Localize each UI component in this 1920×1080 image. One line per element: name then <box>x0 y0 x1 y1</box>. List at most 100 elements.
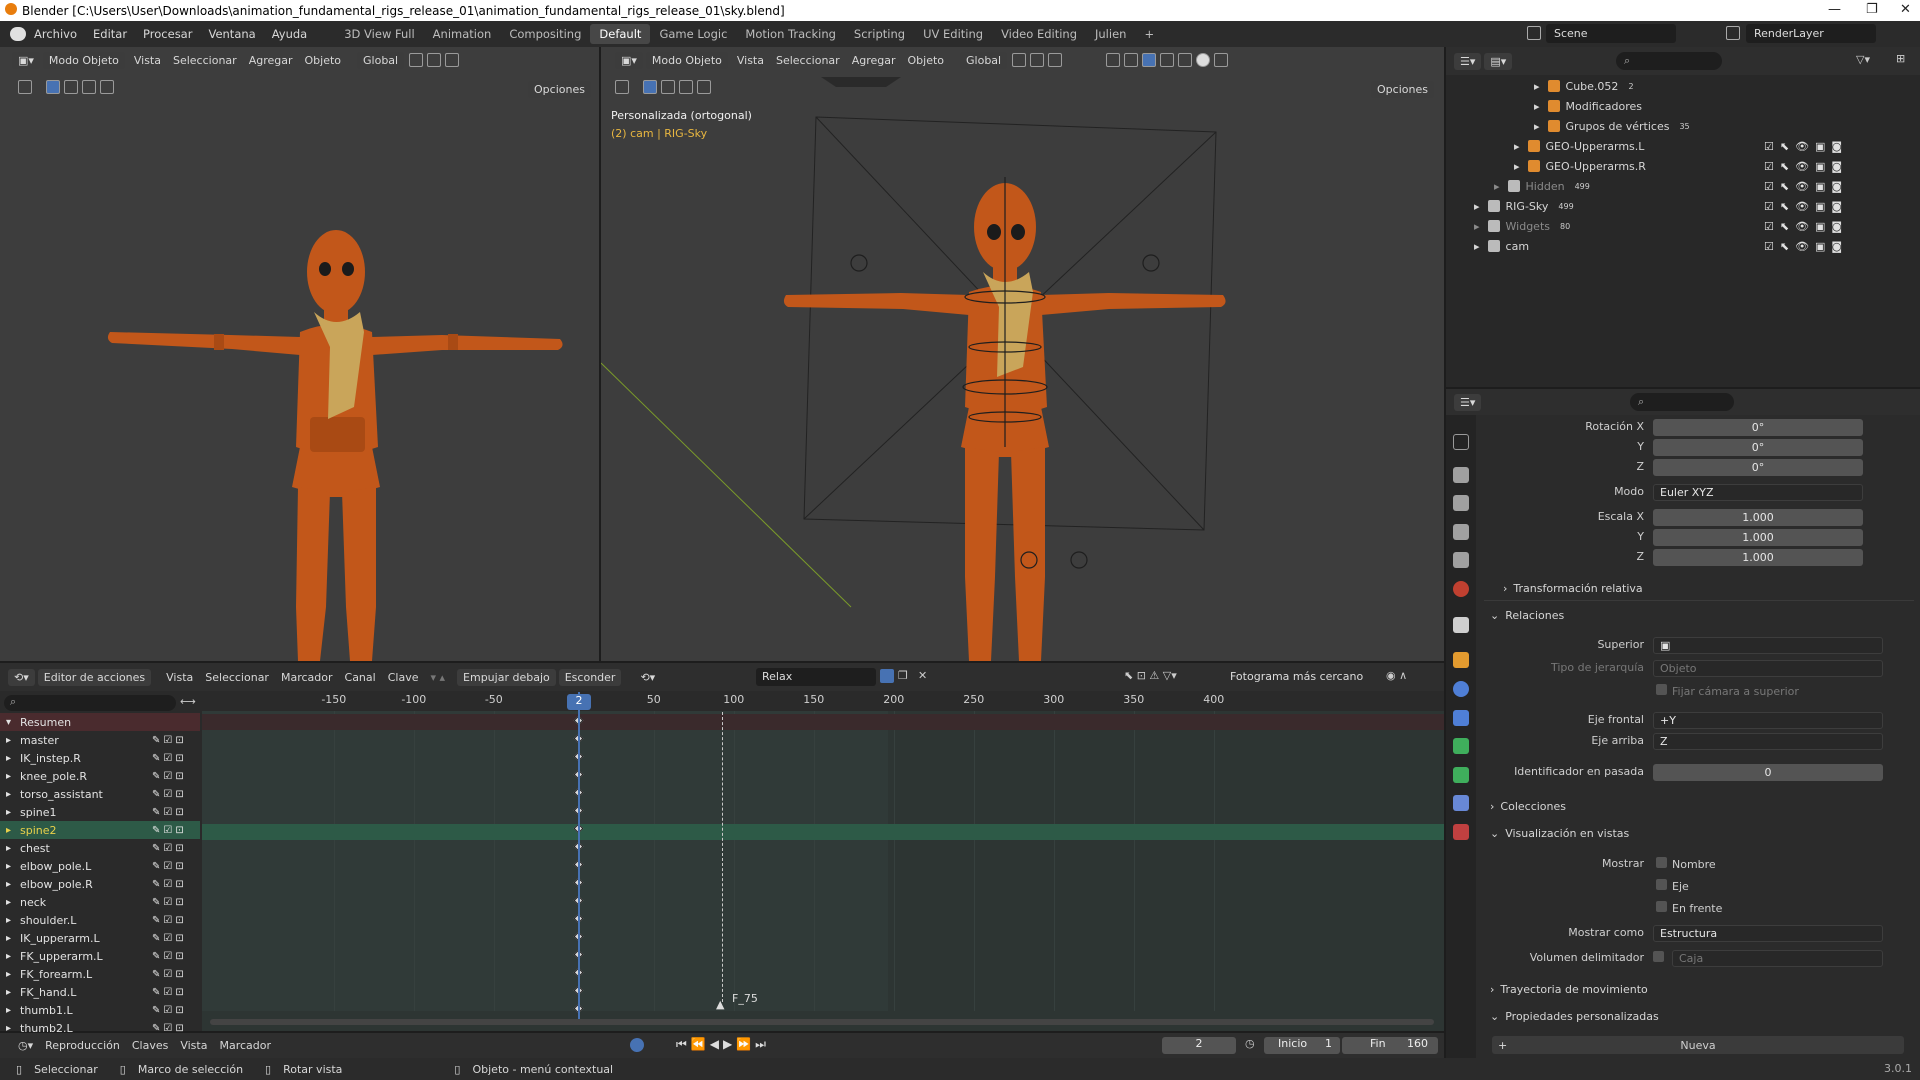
channel-expand-icon[interactable]: ▸ <box>6 1005 11 1016</box>
relative-transform-section[interactable]: › Transformación relativa <box>1503 582 1643 595</box>
channel-row[interactable]: ▸ torso_assistant ✎☑⊡ <box>0 785 200 803</box>
blender-menu-icon[interactable] <box>10 27 26 41</box>
menu-marcador-ae[interactable]: Marcador <box>275 671 339 684</box>
menu-ayuda[interactable]: Ayuda <box>264 27 316 41</box>
menu-archivo[interactable]: Archivo <box>26 27 85 41</box>
properties-search-icon[interactable]: ⌕ <box>1630 393 1734 411</box>
outliner-row[interactable]: ▸ RIG-Sky 499 <box>1474 196 1574 216</box>
expand-arrow-icon[interactable]: ▸ <box>1534 80 1540 93</box>
view-layer-tab-icon[interactable] <box>1453 524 1469 540</box>
render-layer-field[interactable]: RenderLayer <box>1746 24 1876 43</box>
rotation-y-field[interactable]: 0° <box>1653 439 1863 456</box>
parent-field[interactable]: ▣ <box>1653 637 1883 654</box>
minimize-button[interactable]: — <box>1828 2 1841 17</box>
outliner-row[interactable]: ▸ Cube.052 2 <box>1534 76 1634 96</box>
channel-expand-icon[interactable]: ▸ <box>6 879 11 890</box>
filter-tools-icon[interactable]: ⬉ ⊡ ⚠ ▽▾ <box>1124 669 1177 682</box>
tab-animation[interactable]: Animation <box>424 24 501 44</box>
channel-toggles-icon[interactable]: ✎☑⊡ <box>152 933 187 944</box>
show-name-checkbox[interactable]: Nombre <box>1656 857 1716 871</box>
channel-expand-icon[interactable]: ▸ <box>6 969 11 980</box>
left-viewport[interactable]: ▣▾ Modo Objeto Vista Seleccionar Agregar… <box>0 47 599 661</box>
action-editor-type-icon[interactable]: ⟲▾ <box>8 668 35 686</box>
channel-toggles-icon[interactable]: ✎☑⊡ <box>152 771 187 782</box>
channel-swap-icon[interactable]: ⟷ <box>180 695 196 708</box>
channel-row[interactable]: ▸ FK_forearm.L ✎☑⊡ <box>0 965 200 983</box>
dopesheet-area[interactable]: -150 -100 -50 50 100 150 200 250 300 350 400 <box>202 691 1444 1031</box>
bone-tab-icon[interactable] <box>1453 767 1469 783</box>
track-axis-dropdown[interactable]: +Y <box>1653 712 1883 729</box>
armature-data-tab-icon[interactable] <box>1453 738 1469 754</box>
tab-scripting[interactable]: Scripting <box>845 24 914 44</box>
outliner-display-mode[interactable]: ▤▾ <box>1484 52 1513 70</box>
up-axis-dropdown[interactable]: Z <box>1653 733 1883 750</box>
scale-x-field[interactable]: 1.000 <box>1653 509 1863 526</box>
close-button[interactable]: ✕ <box>1900 2 1911 17</box>
menu-claves[interactable]: Claves <box>126 1039 175 1052</box>
action-name-field[interactable]: Relax <box>756 668 876 686</box>
menu-canal-ae[interactable]: Canal <box>339 671 382 684</box>
properties-editor-icon[interactable]: ☰▾ <box>1454 393 1482 411</box>
collection-tab-icon[interactable] <box>1453 617 1469 633</box>
channel-expand-icon[interactable]: ▸ <box>6 1023 11 1034</box>
expand-arrow-icon[interactable]: ▸ <box>1474 240 1480 253</box>
playhead[interactable] <box>578 692 580 1019</box>
channel-row[interactable]: ▸ chest ✎☑⊡ <box>0 839 200 857</box>
channel-expand-icon[interactable]: ▾ <box>6 717 11 728</box>
channel-row[interactable]: ▸ thumb1.L ✎☑⊡ <box>0 1001 200 1019</box>
show-in-front-checkbox[interactable]: En frente <box>1656 901 1722 915</box>
channel-toggles-icon[interactable]: ✎☑⊡ <box>152 987 187 998</box>
menu-editar[interactable]: Editar <box>85 27 135 41</box>
channel-row[interactable]: ▸ master ✎☑⊡ <box>0 731 200 749</box>
physics-tab-icon[interactable] <box>1453 681 1469 697</box>
tab-game-logic[interactable]: Game Logic <box>650 24 736 44</box>
custom-props-section[interactable]: ⌄ Propiedades personalizadas <box>1490 1010 1659 1023</box>
viewport-display-section[interactable]: ⌄ Visualización en vistas <box>1490 827 1629 840</box>
channel-toggles-icon[interactable]: ✎☑⊡ <box>152 753 187 764</box>
expand-arrow-icon[interactable]: ▸ <box>1534 100 1540 113</box>
outliner-restriction-toggles-icon[interactable]: ☑⬉👁▣◙ <box>1764 236 1848 256</box>
outliner-row[interactable]: ▸ Modificadores <box>1534 96 1642 116</box>
channel-toggles-icon[interactable]: ✎☑⊡ <box>152 897 187 908</box>
scale-z-field[interactable]: 1.000 <box>1653 549 1863 566</box>
channel-toggles-icon[interactable]: ✎☑⊡ <box>152 807 187 818</box>
channel-row[interactable]: ▸ spine2 ✎☑⊡ <box>0 821 200 839</box>
scene-field[interactable]: Scene <box>1546 24 1676 43</box>
layer-arrows-icon[interactable]: ▾ ▴ <box>424 671 451 684</box>
channel-row[interactable]: ▸ FK_hand.L ✎☑⊡ <box>0 983 200 1001</box>
duplicate-action-icon[interactable]: ❐ <box>898 669 908 682</box>
outliner-row[interactable]: ▸ Grupos de vértices 35 <box>1534 116 1690 136</box>
channel-toggles-icon[interactable]: ✎☑⊡ <box>152 915 187 926</box>
channel-row[interactable]: ▸ FK_upperarm.L ✎☑⊡ <box>0 947 200 965</box>
channel-row[interactable]: ▸ elbow_pole.R ✎☑⊡ <box>0 875 200 893</box>
show-axis-checkbox[interactable]: Eje <box>1656 879 1689 893</box>
display-as-dropdown[interactable]: Estructura <box>1653 925 1883 942</box>
summary-channel[interactable]: ▾ Resumen <box>0 713 200 731</box>
tool-tab-icon[interactable] <box>1453 434 1469 450</box>
channel-expand-icon[interactable]: ▸ <box>6 915 11 926</box>
menu-seleccionar-ae[interactable]: Seleccionar <box>199 671 275 684</box>
proportional-ae-icon[interactable]: ◉ ∧ <box>1386 669 1407 682</box>
outliner-restriction-toggles-icon[interactable]: ☑⬉👁▣◙ <box>1764 216 1848 236</box>
channel-toggles-icon[interactable]: ✎☑⊡ <box>152 969 187 980</box>
menu-clave-ae[interactable]: Clave <box>382 671 425 684</box>
rotation-x-field[interactable]: 0° <box>1653 419 1863 436</box>
expand-arrow-icon[interactable]: ▸ <box>1494 180 1500 193</box>
channel-toggles-icon[interactable]: ✎☑⊡ <box>152 1005 187 1016</box>
outliner-restriction-toggles-icon[interactable]: ☑⬉👁▣◙ <box>1764 176 1848 196</box>
channel-row[interactable]: ▸ shoulder.L ✎☑⊡ <box>0 911 200 929</box>
output-tab-icon[interactable] <box>1453 495 1469 511</box>
expand-arrow-icon[interactable]: ▸ <box>1474 220 1480 233</box>
expand-arrow-icon[interactable]: ▸ <box>1514 160 1520 173</box>
bounds-checkbox[interactable] <box>1653 951 1669 965</box>
menu-procesar[interactable]: Procesar <box>135 27 200 41</box>
outliner-restriction-toggles-icon[interactable]: ☑⬉👁▣◙ <box>1764 136 1848 156</box>
channel-expand-icon[interactable]: ▸ <box>6 897 11 908</box>
filter-icon[interactable]: ▽▾ <box>1856 53 1870 66</box>
menu-ventana[interactable]: Ventana <box>200 27 263 41</box>
tab-compositing[interactable]: Compositing <box>500 24 590 44</box>
channel-toggles-icon[interactable]: ✎☑⊡ <box>152 825 187 836</box>
new-property-button[interactable]: + Nueva <box>1492 1036 1904 1054</box>
push-down-button[interactable]: Empujar debajo <box>457 668 556 686</box>
channel-expand-icon[interactable]: ▸ <box>6 789 11 800</box>
